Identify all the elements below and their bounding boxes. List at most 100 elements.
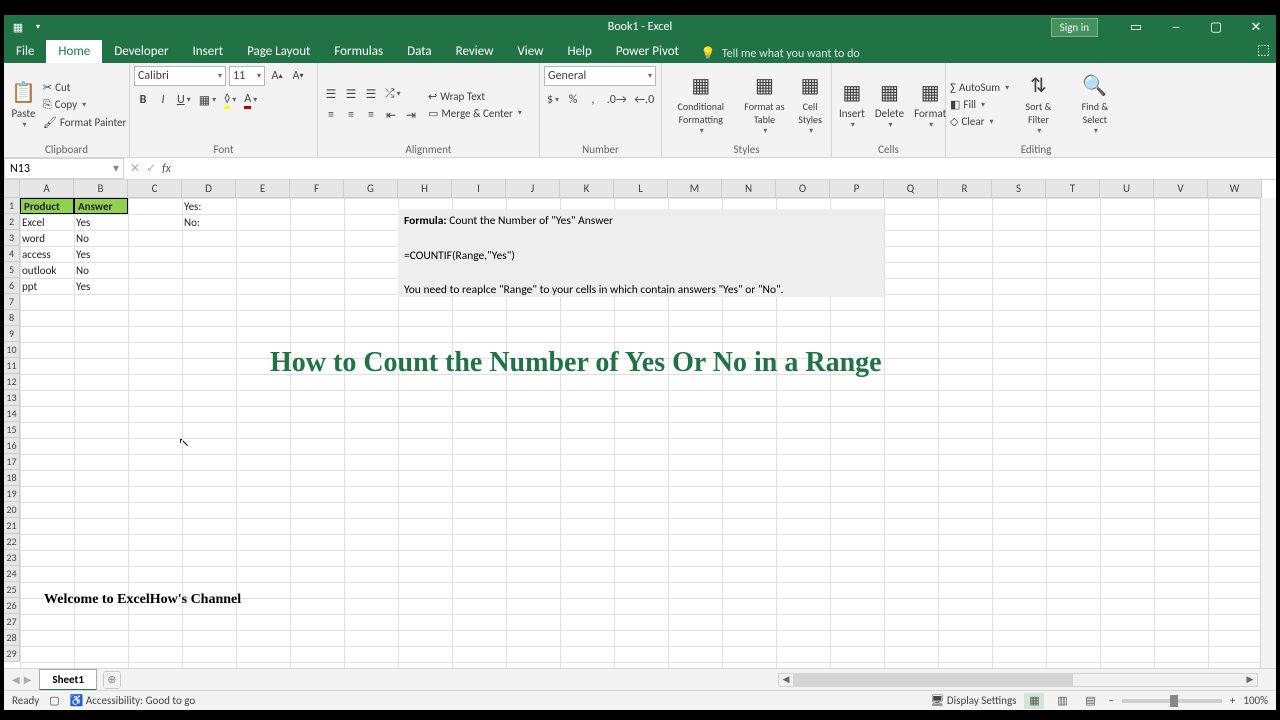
row-header[interactable]: 24 [4,566,20,582]
column-header[interactable]: E [236,180,290,198]
column-header[interactable]: W [1208,180,1262,198]
row-header[interactable]: 6 [4,278,20,294]
cut-button[interactable]: ✂Cut [43,80,126,95]
font-color-button[interactable]: A▾ [241,90,260,110]
tab-help[interactable]: Help [555,40,603,63]
column-header[interactable]: O [776,180,830,198]
cell[interactable]: No [74,262,128,278]
cancel-formula-icon[interactable]: ✕ [130,161,140,176]
insert-function-button[interactable]: fx [162,162,171,176]
column-header[interactable]: P [830,180,884,198]
column-header[interactable]: C [128,180,182,198]
indent-increase-button[interactable]: ⇥ [402,105,420,125]
cell-styles-button[interactable]: ▦Cell Styles▾ [793,69,827,141]
spreadsheet-grid[interactable]: 1234567891011121314151617181920212223242… [4,180,1276,668]
row-header[interactable]: 9 [4,326,20,342]
close-button[interactable]: ✕ [1236,15,1276,39]
row-header[interactable]: 14 [4,406,20,422]
row-header[interactable]: 12 [4,374,20,390]
column-header[interactable]: R [938,180,992,198]
italic-button[interactable]: I [154,90,172,110]
new-sheet-button[interactable]: ⊕ [103,671,121,689]
view-page-break-button[interactable]: ▤ [1080,693,1100,709]
row-header[interactable]: 29 [4,646,20,662]
name-box[interactable]: N13▾ [4,158,124,179]
share-icon[interactable]: ⬚ [1257,41,1270,58]
column-header[interactable]: V [1154,180,1208,198]
row-header[interactable]: 19 [4,486,20,502]
sheet-nav[interactable]: ◀▶ [4,673,39,686]
cell[interactable]: outlook [20,262,74,278]
column-header[interactable]: L [614,180,668,198]
zoom-slider[interactable] [1122,699,1222,703]
column-header[interactable]: A [20,180,74,198]
formula-input[interactable] [177,158,1276,179]
column-header[interactable]: S [992,180,1046,198]
comma-button[interactable]: , [584,90,602,110]
column-header[interactable]: J [506,180,560,198]
number-format-combo[interactable]: General▾ [544,66,656,86]
tab-file[interactable]: File [4,40,46,63]
align-right-button[interactable]: ≡ [362,105,380,125]
column-header[interactable]: D [182,180,236,198]
format-painter-button[interactable]: 🖌Format Painter [43,115,126,130]
insert-cells-button[interactable]: ▦Insert▾ [836,69,868,141]
ribbon-display-icon[interactable]: ▭ [1116,15,1156,39]
qat-dropdown-icon[interactable]: ▾ [30,19,46,35]
minimize-button[interactable]: ─ [1156,15,1196,39]
copy-button[interactable]: ⎘Copy▾ [43,97,126,113]
horizontal-scrollbar[interactable]: ◀ ▶ [778,673,1258,687]
cell[interactable]: No: [182,214,236,230]
maximize-button[interactable]: ▢ [1196,15,1236,39]
column-header[interactable]: F [290,180,344,198]
cell[interactable]: Yes [74,214,128,230]
tab-home[interactable]: Home [46,40,102,63]
column-header[interactable]: B [74,180,128,198]
vertical-scrollbar[interactable] [1260,198,1276,668]
scroll-right-icon[interactable]: ▶ [1243,674,1257,685]
column-header[interactable]: M [668,180,722,198]
cell[interactable]: Product [20,198,74,214]
display-settings-button[interactable]: 🖥 Display Settings [930,694,1016,707]
cell[interactable]: ppt [20,278,74,294]
orientation-button[interactable]: ⤮▾ [382,84,404,104]
grow-font-button[interactable]: A▴ [268,66,286,86]
tab-developer[interactable]: Developer [102,40,180,63]
select-all-corner[interactable] [4,180,20,198]
tell-me-search[interactable]: 💡 Tell me what you want to do [691,44,870,63]
scroll-left-icon[interactable]: ◀ [779,674,793,685]
column-header[interactable]: K [560,180,614,198]
zoom-level[interactable]: 100% [1243,694,1268,707]
column-header[interactable]: N [722,180,776,198]
sort-filter-button[interactable]: ⇅Sort & Filter▾ [1013,69,1064,141]
delete-cells-button[interactable]: ▦Delete▾ [872,69,907,141]
font-name-combo[interactable]: Calibri▾ [134,66,226,86]
conditional-formatting-button[interactable]: ▦Conditional Formatting▾ [666,69,736,141]
zoom-out-button[interactable]: − [1108,694,1113,707]
tab-data[interactable]: Data [395,40,444,63]
cell[interactable]: Yes: [182,198,236,214]
enter-formula-icon[interactable]: ✓ [146,161,156,176]
font-size-combo[interactable]: 11▾ [229,66,265,86]
sheet-tab-sheet1[interactable]: Sheet1 [39,669,97,691]
tab-review[interactable]: Review [444,40,506,63]
accessibility-status[interactable]: ♿ Accessibility: Good to go [70,694,195,707]
signin-button[interactable]: Sign in [1051,18,1098,37]
column-header[interactable]: Q [884,180,938,198]
percent-button[interactable]: % [564,90,582,110]
scroll-thumb[interactable] [793,674,1073,686]
bold-button[interactable]: B [134,90,152,110]
zoom-in-button[interactable]: + [1230,694,1235,707]
column-header[interactable]: H [398,180,452,198]
cell[interactable]: Yes [74,246,128,262]
column-header[interactable]: I [452,180,506,198]
fill-color-button[interactable]: ◊▾ [221,90,239,110]
align-top-button[interactable]: ☰ [322,84,340,104]
row-header[interactable]: 4 [4,246,20,262]
row-header[interactable]: 20 [4,502,20,518]
clear-button[interactable]: ◇Clear▾ [950,114,1009,129]
wrap-text-button[interactable]: ↩Wrap Text [428,89,522,104]
row-header[interactable]: 28 [4,630,20,646]
autosum-button[interactable]: ∑AutoSum▾ [950,80,1009,95]
fill-button[interactable]: ◧Fill▾ [950,97,1009,112]
